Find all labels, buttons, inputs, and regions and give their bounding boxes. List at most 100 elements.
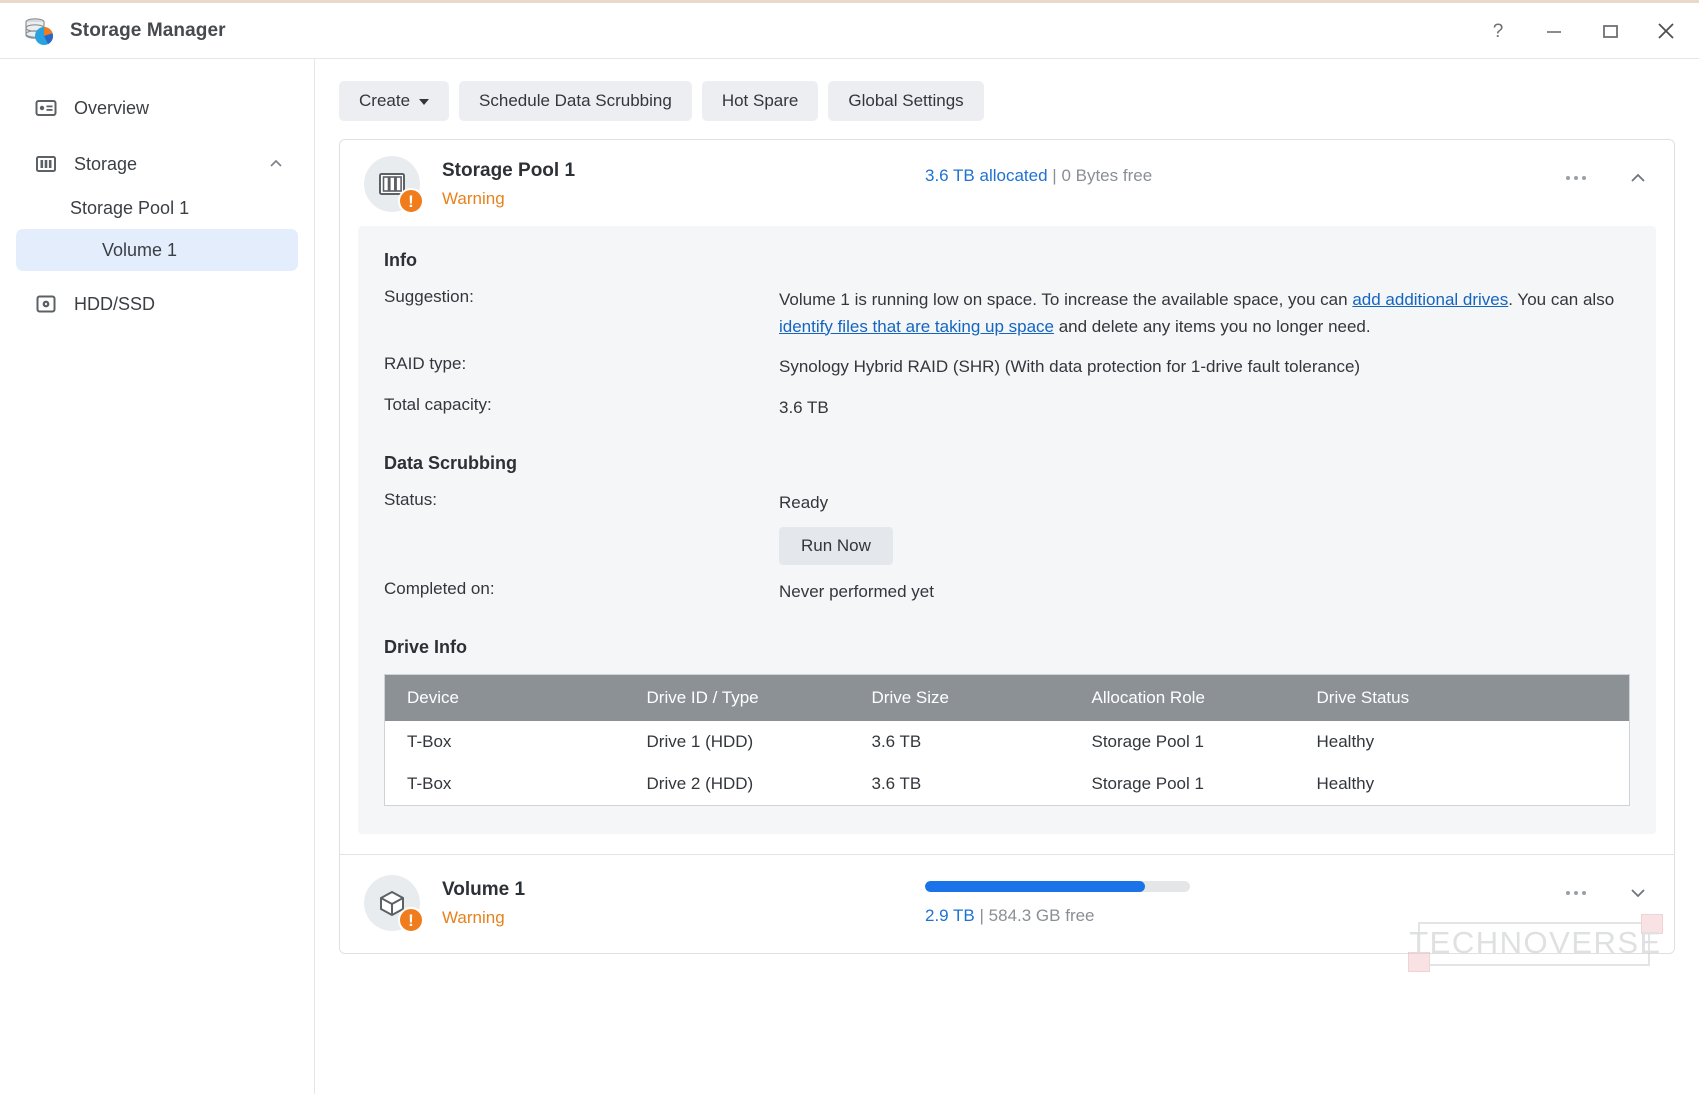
sidebar-item-label: Storage Pool 1 bbox=[70, 197, 190, 218]
data-scrubbing-section-title: Data Scrubbing bbox=[384, 453, 518, 474]
sidebar-item-storage-pool-1[interactable]: Storage Pool 1 bbox=[16, 187, 298, 229]
raid-type-row: RAID type: Synology Hybrid RAID (SHR) (W… bbox=[384, 354, 1630, 381]
storage-manager-icon bbox=[22, 14, 56, 48]
cell-allocation-role: Storage Pool 1 bbox=[1069, 721, 1295, 764]
sidebar-item-overview[interactable]: Overview bbox=[16, 85, 298, 131]
chevron-down-icon[interactable] bbox=[1622, 877, 1654, 909]
raid-type-label: RAID type: bbox=[384, 354, 467, 374]
sidebar-item-volume-1[interactable]: Volume 1 bbox=[16, 229, 298, 271]
sidebar-item-hdd-ssd[interactable]: HDD/SSD bbox=[16, 281, 298, 327]
cell-drive-status: Healthy bbox=[1294, 763, 1630, 806]
progress-bar-fill bbox=[925, 881, 1145, 893]
cell-drive-status: Healthy bbox=[1294, 721, 1630, 764]
window-controls: ? bbox=[1483, 3, 1681, 59]
drive-info-table-body: T-Box Drive 1 (HDD) 3.6 TB Storage Pool … bbox=[384, 721, 1630, 806]
minimize-icon[interactable] bbox=[1539, 16, 1569, 46]
warning-badge: ! bbox=[398, 907, 424, 934]
column-header-drive-id-type: Drive ID / Type bbox=[624, 674, 850, 722]
toolbar: Create Schedule Data Scrubbing Hot Spare… bbox=[339, 81, 1675, 121]
free-space-text: 0 Bytes free bbox=[1061, 166, 1153, 185]
progress-bar-track bbox=[925, 881, 1190, 893]
help-icon[interactable]: ? bbox=[1483, 16, 1513, 46]
cell-device: T-Box bbox=[384, 721, 625, 764]
volume-usage-text: 2.9 TB | 584.3 GB free bbox=[925, 906, 1190, 926]
raid-type-value: Synology Hybrid RAID (SHR) (With data pr… bbox=[779, 357, 1361, 377]
usage-separator: | bbox=[979, 906, 984, 926]
table-row[interactable]: T-Box Drive 1 (HDD) 3.6 TB Storage Pool … bbox=[384, 721, 1630, 764]
sidebar-item-label: HDD/SSD bbox=[74, 293, 156, 314]
window-body: Overview Storage Storage Pool 1 Volume 1… bbox=[0, 59, 1699, 1094]
scrubbing-status-value-wrap: Ready Run Now bbox=[779, 490, 1630, 565]
capacity-separator: | bbox=[1052, 166, 1057, 185]
cell-drive-id: Drive 1 (HDD) bbox=[624, 721, 850, 764]
total-capacity-label: Total capacity: bbox=[384, 394, 492, 414]
add-additional-drives-link[interactable]: add additional drives bbox=[1352, 290, 1508, 309]
chevron-up-icon[interactable] bbox=[268, 156, 284, 172]
suggestion-label: Suggestion: bbox=[384, 287, 474, 306]
suggestion-text-part-2: . You can also bbox=[1508, 290, 1615, 309]
chevron-down-icon bbox=[419, 99, 430, 105]
storage-pool-status: Warning bbox=[442, 188, 505, 208]
volume-used-link[interactable]: 2.9 TB bbox=[925, 906, 975, 925]
overview-icon bbox=[34, 96, 58, 120]
chevron-up-icon[interactable] bbox=[1622, 162, 1654, 194]
sidebar-item-storage[interactable]: Storage bbox=[16, 141, 298, 187]
volume-name: Volume 1 bbox=[442, 878, 526, 900]
volume-cube-icon: ! bbox=[364, 875, 424, 934]
volume-usage-meter: 2.9 TB | 584.3 GB free bbox=[925, 881, 1190, 926]
chip-icon bbox=[1408, 952, 1430, 972]
info-section-title: Info bbox=[384, 250, 417, 270]
table-row[interactable]: T-Box Drive 2 (HDD) 3.6 TB Storage Pool … bbox=[384, 763, 1630, 806]
drive-info-table: Device Drive ID / Type Drive Size Alloca… bbox=[384, 674, 1630, 807]
global-settings-button[interactable]: Global Settings bbox=[828, 81, 984, 121]
sidebar-item-label: Overview bbox=[74, 97, 150, 118]
run-now-button[interactable]: Run Now bbox=[779, 526, 893, 565]
hdd-ssd-icon bbox=[34, 292, 58, 316]
total-capacity-value: 3.6 TB bbox=[779, 397, 829, 417]
column-header-drive-status: Drive Status bbox=[1294, 674, 1630, 722]
storage-pool-name: Storage Pool 1 bbox=[442, 159, 576, 181]
volume-status: Warning bbox=[442, 907, 505, 927]
sidebar-item-label: Storage bbox=[74, 153, 138, 174]
column-header-drive-size: Drive Size bbox=[849, 674, 1070, 722]
scrubbing-status-label: Status: bbox=[384, 490, 437, 510]
maximize-icon[interactable] bbox=[1595, 16, 1625, 46]
warning-badge: ! bbox=[398, 188, 424, 214]
storage-pool-card: ! Storage Pool 1 Warning 3.6 TB allocate… bbox=[339, 139, 1675, 955]
cell-drive-id: Drive 2 (HDD) bbox=[624, 763, 850, 806]
identify-files-link[interactable]: identify files that are taking up space bbox=[779, 317, 1054, 336]
more-options-icon[interactable] bbox=[1560, 170, 1592, 186]
more-options-icon[interactable] bbox=[1560, 885, 1592, 901]
main-content: Create Schedule Data Scrubbing Hot Spare… bbox=[315, 59, 1699, 1094]
allocated-link[interactable]: 3.6 TB allocated bbox=[925, 166, 1048, 185]
completed-on-value: Never performed yet bbox=[779, 581, 934, 601]
create-button[interactable]: Create bbox=[339, 81, 450, 121]
close-icon[interactable] bbox=[1651, 16, 1681, 46]
column-header-device: Device bbox=[384, 674, 625, 722]
volume-row[interactable]: ! Volume 1 Warning 2.9 TB | 584.3 GB fre… bbox=[340, 854, 1674, 954]
cell-drive-size: 3.6 TB bbox=[849, 721, 1070, 764]
cell-allocation-role: Storage Pool 1 bbox=[1069, 763, 1295, 806]
drive-info-section-title: Drive Info bbox=[384, 637, 468, 658]
schedule-data-scrubbing-button[interactable]: Schedule Data Scrubbing bbox=[459, 81, 692, 121]
volume-free-text: 584.3 GB free bbox=[988, 906, 1095, 926]
section-gap-2 bbox=[384, 619, 1630, 637]
suggestion-row: Suggestion: Volume 1 is running low on s… bbox=[384, 287, 1630, 340]
hot-spare-button[interactable]: Hot Spare bbox=[701, 81, 819, 121]
app-title: Storage Manager bbox=[70, 19, 226, 41]
suggestion-text-part-1: Volume 1 is running low on space. To inc… bbox=[779, 290, 1353, 309]
cell-device: T-Box bbox=[384, 763, 625, 806]
completed-on-label: Completed on: bbox=[384, 578, 495, 598]
storage-pool-actions bbox=[1560, 162, 1654, 194]
storage-manager-window: Storage Manager ? Overview Storage Stora… bbox=[0, 0, 1699, 1094]
suggestion-text-part-3: and delete any items you no longer need. bbox=[1054, 316, 1371, 336]
sidebar-item-label: Volume 1 bbox=[102, 239, 178, 260]
storage-pool-capacity-summary: 3.6 TB allocated | 0 Bytes free bbox=[925, 166, 1152, 186]
scrubbing-status-value: Ready bbox=[779, 493, 829, 513]
storage-pool-header[interactable]: ! Storage Pool 1 Warning 3.6 TB allocate… bbox=[340, 140, 1674, 226]
cell-drive-size: 3.6 TB bbox=[849, 763, 1070, 806]
drive-bay-icon: ! bbox=[364, 156, 424, 214]
